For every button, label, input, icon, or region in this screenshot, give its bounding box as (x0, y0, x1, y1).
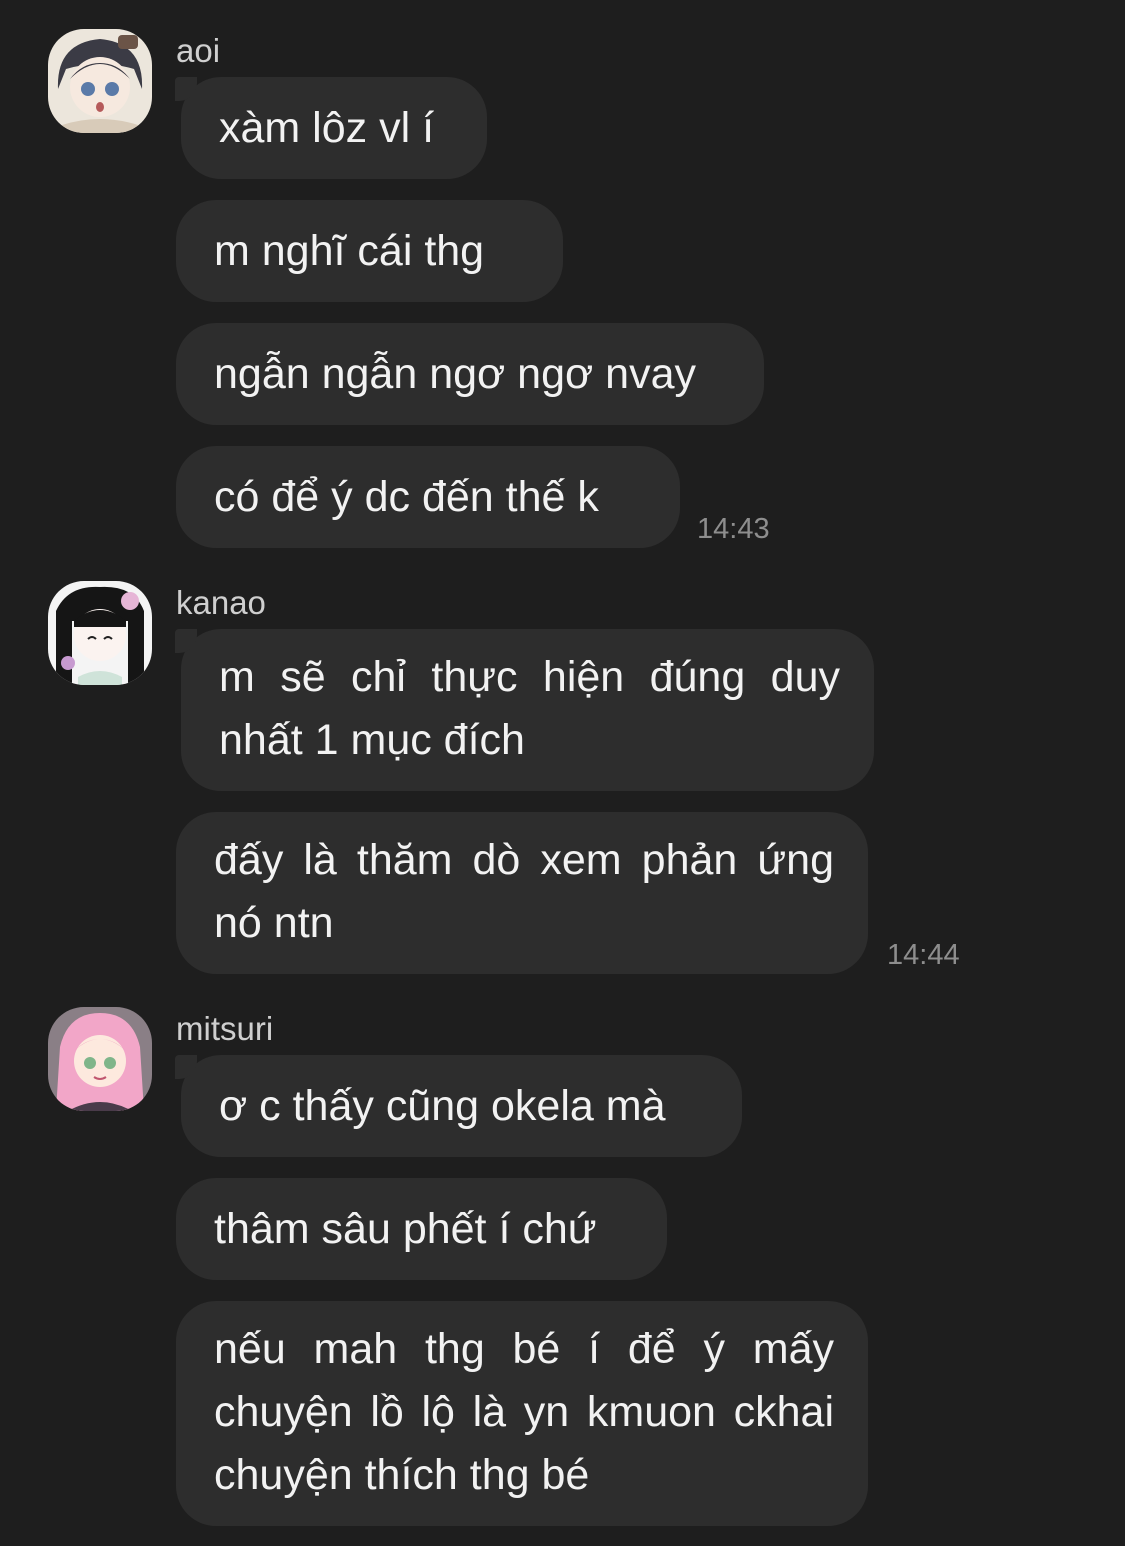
message-text: ơ c thấy cũng okela mà (219, 1081, 666, 1130)
message-text: thâm sâu phết í chứ (214, 1204, 597, 1253)
message-bubble[interactable]: đấy là thăm dò xem phản ứng nó ntn (176, 812, 868, 974)
kanao-avatar-icon (48, 581, 152, 685)
message-text: nếu mah thg bé í để ý mấy chuyện lồ lộ l… (214, 1325, 834, 1499)
avatar-aoi[interactable] (48, 29, 152, 133)
message-bubble[interactable]: xàm lôz vl í (175, 77, 487, 179)
sender-name: mitsuri (176, 1010, 274, 1047)
aoi-avatar-icon (48, 29, 152, 133)
message-bubble[interactable]: ngẫn ngẫn ngơ ngơ nvay (176, 323, 764, 425)
message-bubble[interactable]: m nghĩ cái thg (176, 200, 563, 302)
message-text: ngẫn ngẫn ngơ ngơ nvay (214, 349, 696, 398)
message-text: m nghĩ cái thg (214, 226, 485, 275)
message-text: có để ý dc đến thế k (214, 472, 599, 521)
sender-name: aoi (176, 32, 221, 69)
message-timestamp: 14:43 (697, 513, 770, 545)
avatar-mitsuri[interactable] (48, 1007, 152, 1111)
message-bubble[interactable]: thâm sâu phết í chứ (176, 1178, 667, 1280)
message-timestamp: 14:44 (887, 939, 960, 971)
message-bubble[interactable]: nếu mah thg bé í để ý mấy chuyện lồ lộ l… (176, 1301, 868, 1526)
avatar-kanao[interactable] (48, 581, 152, 685)
sender-name: kanao (176, 584, 266, 621)
message-bubble[interactable]: ơ c thấy cũng okela mà (175, 1055, 742, 1157)
message-text: m sẽ chỉ thực hiện đúng duy nhất 1 mục đ… (219, 653, 840, 764)
message-bubble[interactable]: m sẽ chỉ thực hiện đúng duy nhất 1 mục đ… (175, 629, 874, 791)
message-text: xàm lôz vl í (219, 103, 435, 152)
message-text: đấy là thăm dò xem phản ứng nó ntn (214, 836, 834, 947)
message-bubble[interactable]: có để ý dc đến thế k (176, 446, 680, 548)
mitsuri-avatar-icon (48, 1007, 152, 1111)
